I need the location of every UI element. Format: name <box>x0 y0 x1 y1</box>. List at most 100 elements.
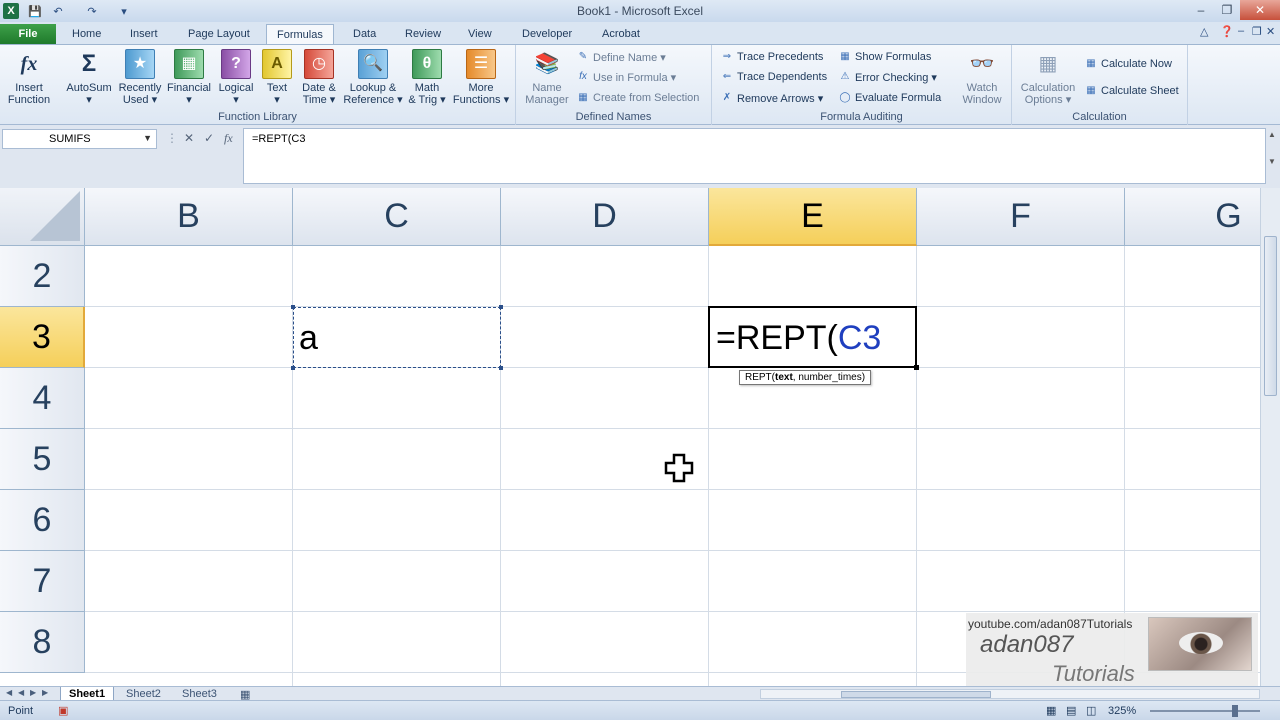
cell-cursor-icon <box>664 453 694 483</box>
insert-function-button[interactable]: fx Insert Function <box>4 49 54 106</box>
tooltip-current-arg[interactable]: text <box>775 372 793 383</box>
tab-acrobat[interactable]: Acrobat <box>592 24 650 44</box>
horizontal-scrollbar[interactable] <box>760 689 1260 699</box>
tab-home[interactable]: Home <box>62 24 111 44</box>
error-checking-button[interactable]: ⚠ Error Checking ▾ <box>838 69 937 85</box>
sheet-tab-bar: ◀ ◀ ▶ ▶ Sheet1 Sheet2 Sheet3 ▦ <box>0 686 1280 701</box>
sheet-tab-sheet3[interactable]: Sheet3 <box>174 687 225 701</box>
zoom-level[interactable]: 325% <box>1108 705 1136 717</box>
tab-page-layout[interactable]: Page Layout <box>178 24 260 44</box>
sheet-tab-sheet2[interactable]: Sheet2 <box>118 687 169 701</box>
date-time-button[interactable]: ◷ Date & Time ▾ <box>298 49 340 106</box>
remove-arrows-button[interactable]: ✗ Remove Arrows ▾ <box>720 90 823 106</box>
close-icon[interactable]: ✕ <box>1240 0 1280 20</box>
show-formulas-button[interactable]: ▦ Show Formulas <box>838 49 931 65</box>
cell-e3-reference: C3 <box>837 319 882 357</box>
row-header-5[interactable]: 5 <box>0 429 85 490</box>
zoom-slider[interactable] <box>1150 710 1260 712</box>
zoom-slider-knob[interactable] <box>1232 705 1238 717</box>
vertical-scrollbar[interactable] <box>1260 188 1280 686</box>
trace-dependents-button[interactable]: ⇐ Trace Dependents <box>720 69 827 85</box>
macro-record-icon[interactable]: ▣ <box>58 704 68 717</box>
column-header-e[interactable]: E <box>709 188 917 246</box>
recently-used-button[interactable]: ★ Recently Used ▾ <box>116 49 164 106</box>
enter-entry-icon[interactable]: ✓ <box>204 131 214 145</box>
row-header-6[interactable]: 6 <box>0 490 85 551</box>
vertical-scroll-thumb[interactable] <box>1264 236 1277 396</box>
formula-input[interactable]: =REPT(C3 <box>243 128 1266 184</box>
row-header-3[interactable]: 3 <box>0 307 85 368</box>
page-break-view-icon[interactable]: ◫ <box>1086 704 1096 717</box>
group-formula-auditing: ⇒ Trace Precedents ⇐ Trace Dependents ✗ Rem… <box>712 45 1012 125</box>
trace-precedents-button[interactable]: ⇒ Trace Precedents <box>720 49 824 65</box>
row-header-2[interactable]: 2 <box>0 246 85 307</box>
defined-names-label: Defined Names <box>575 111 652 123</box>
watch-window-button[interactable]: 👓 Watch Window <box>956 49 1008 106</box>
restore-icon[interactable]: ❐ <box>1214 0 1240 20</box>
tab-file[interactable]: File <box>0 24 56 44</box>
lookup-reference-button[interactable]: 🔍 Lookup & Reference ▾ <box>342 49 404 106</box>
expand-ribbon-icon[interactable]: △ <box>1200 25 1208 38</box>
watermark-eye-photo <box>1148 617 1252 671</box>
column-header-c[interactable]: C <box>293 188 501 246</box>
next-sheet-icon[interactable]: ▶ <box>30 688 36 697</box>
worksheet-grid[interactable]: B C D E F G 2 3 4 5 6 7 8 a =REPT(C3 REP… <box>0 188 1260 686</box>
minimize-ribbon-icon[interactable]: – <box>1188 0 1214 20</box>
row-header-7[interactable]: 7 <box>0 551 85 612</box>
normal-view-icon[interactable]: ▦ <box>1046 704 1056 717</box>
title-bar: X 💾 ↶ ↷ ▾ Book1 - Microsoft Excel – ❐ ✕ <box>0 0 1280 22</box>
create-from-selection-button[interactable]: ▦ Create from Selection <box>576 90 699 106</box>
window-close-icon[interactable]: ✕ <box>1266 25 1275 38</box>
window-restore-icon[interactable]: ❐ <box>1252 25 1262 38</box>
more-functions-button[interactable]: ☰ More Functions ▾ <box>450 49 512 106</box>
insert-function-fx-icon[interactable]: fx <box>224 131 233 146</box>
insert-sheet-icon[interactable]: ▦ <box>232 687 258 701</box>
column-header-b[interactable]: B <box>85 188 293 246</box>
tab-insert[interactable]: Insert <box>120 24 168 44</box>
horizontal-scroll-thumb[interactable] <box>841 691 991 698</box>
last-sheet-icon[interactable]: ▶ <box>42 688 48 697</box>
use-in-formula-button[interactable]: fx Use in Formula ▾ <box>576 69 676 85</box>
help-icon[interactable]: ❓ <box>1220 25 1234 38</box>
define-name-button[interactable]: ✎ Define Name ▾ <box>576 49 666 65</box>
active-cell-e3[interactable]: =REPT(C3 <box>708 306 917 368</box>
math-trig-button[interactable]: θ Math & Trig ▾ <box>404 49 450 106</box>
tab-data[interactable]: Data <box>343 24 386 44</box>
column-header-d[interactable]: D <box>501 188 709 246</box>
first-sheet-icon[interactable]: ◀ <box>6 688 12 697</box>
sheet-tab-sheet1[interactable]: Sheet1 <box>60 687 115 701</box>
formula-auditing-label: Formula Auditing <box>820 111 903 123</box>
financial-button[interactable]: ▦ Financial ▾ <box>164 49 214 106</box>
select-all-corner[interactable] <box>0 188 85 246</box>
row-header-8[interactable]: 8 <box>0 612 85 673</box>
window-minimize-icon[interactable]: – <box>1238 25 1244 37</box>
function-argument-tooltip[interactable]: REPT(text, number_times) <box>739 370 872 385</box>
ribbon: fx Insert Function Σ AutoSum ▾ ★ Recentl… <box>0 44 1280 125</box>
column-header-f[interactable]: F <box>917 188 1125 246</box>
name-manager-button[interactable]: 📚 Name Manager <box>522 49 572 106</box>
page-layout-view-icon[interactable]: ▤ <box>1066 704 1076 717</box>
watermark-name: adan087 <box>980 631 1074 658</box>
text-button[interactable]: A Text ▾ <box>260 49 294 106</box>
name-box-dropdown-icon[interactable]: ▼ <box>143 133 152 143</box>
cancel-entry-icon[interactable]: ✕ <box>184 131 194 145</box>
error-checking-icon: ⚠ <box>840 71 850 82</box>
row-header-4[interactable]: 4 <box>0 368 85 429</box>
calculate-sheet-button[interactable]: ▦ Calculate Sheet <box>1084 83 1178 99</box>
calculate-now-button[interactable]: ▦ Calculate Now <box>1084 56 1172 72</box>
name-box[interactable]: SUMIFS ▼ <box>2 129 157 149</box>
prev-sheet-icon[interactable]: ◀ <box>18 688 24 697</box>
fill-handle[interactable] <box>914 365 919 370</box>
function-library-label: Function Library <box>218 111 297 123</box>
tab-formulas[interactable]: Formulas <box>266 24 334 44</box>
evaluate-formula-button[interactable]: ◯ Evaluate Formula <box>838 90 941 106</box>
tab-view[interactable]: View <box>458 24 502 44</box>
formula-bar-expand-icon[interactable]: ▲ ▼ <box>1268 130 1278 166</box>
calculation-options-button[interactable]: ▦ Calculation Options ▾ <box>1016 49 1080 106</box>
tab-developer[interactable]: Developer <box>512 24 582 44</box>
tab-review[interactable]: Review <box>395 24 451 44</box>
status-bar: Point ▣ ▦ ▤ ◫ 325% <box>0 700 1280 720</box>
column-header-g[interactable]: G <box>1125 188 1260 246</box>
logical-button[interactable]: ? Logical ▾ <box>214 49 258 106</box>
autosum-button[interactable]: Σ AutoSum ▾ <box>62 49 116 107</box>
